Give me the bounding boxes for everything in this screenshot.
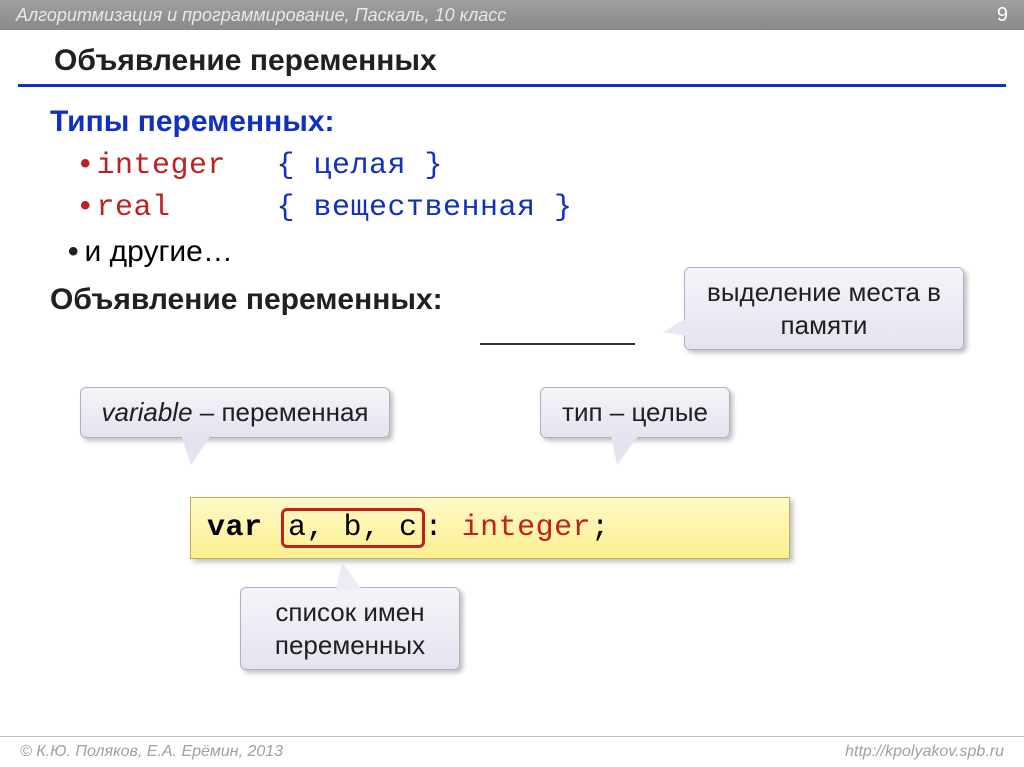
var-list-box: a, b, c xyxy=(281,508,425,548)
callout-names: список имен переменных xyxy=(240,587,460,670)
callout-memory: выделение места в памяти xyxy=(684,267,964,350)
types-list: • integer { целая } • real { вещественна… xyxy=(80,147,988,269)
callout-type-text: тип – целые xyxy=(562,397,708,427)
type-real-row: • real { вещественная } xyxy=(80,189,988,225)
callout-tail-icon xyxy=(611,435,639,465)
callout-variable-rest: – переменная xyxy=(193,397,369,427)
code-colon: : xyxy=(425,511,462,545)
code-line: var a, b, c: integer; xyxy=(207,511,610,545)
bullet-icon: • xyxy=(80,147,91,181)
type-others-text: и другие… xyxy=(85,235,233,269)
code-type: integer xyxy=(462,511,592,545)
code-semi: ; xyxy=(591,511,610,545)
callout-variable-italic: variable xyxy=(101,397,192,427)
callout-tail-icon xyxy=(181,435,211,465)
type-real-comment: { вещественная } xyxy=(277,191,573,225)
header-bar: Алгоритмизация и программирование, Паска… xyxy=(0,0,1024,30)
footer-url: http://kpolyakov.spb.ru xyxy=(845,743,1004,761)
footer-copyright: © К.Ю. Поляков, Е.А. Ерёмин, 2013 xyxy=(20,743,283,761)
kw-var: var xyxy=(207,511,281,545)
type-integer-row: • integer { целая } xyxy=(80,147,988,183)
types-heading: Типы переменных: xyxy=(50,105,988,139)
callout-variable: variable – переменная xyxy=(80,387,390,438)
footer: © К.Ю. Поляков, Е.А. Ерёмин, 2013 http:/… xyxy=(0,736,1024,767)
callout-tail-icon xyxy=(336,562,362,590)
type-integer-comment: { целая } xyxy=(277,149,444,183)
page-number: 9 xyxy=(997,4,1008,27)
course-title: Алгоритмизация и программирование, Паска… xyxy=(16,5,506,26)
type-integer-name: integer xyxy=(97,149,277,183)
slide-content: Типы переменных: • integer { целая } • r… xyxy=(0,87,1024,317)
type-others-row: • и другие… xyxy=(68,235,988,269)
callout-tail-icon xyxy=(663,318,687,336)
callout-memory-text: выделение места в памяти xyxy=(707,277,941,340)
code-block: var a, b, c: integer; xyxy=(190,497,790,559)
bullet-icon: • xyxy=(80,189,91,223)
callout-names-text: список имен переменных xyxy=(275,597,425,660)
bullet-icon: • xyxy=(68,235,79,269)
connector-line xyxy=(480,343,635,345)
slide-title: Объявление переменных xyxy=(18,30,1006,87)
type-real-name: real xyxy=(97,191,277,225)
callout-type: тип – целые xyxy=(540,387,730,438)
